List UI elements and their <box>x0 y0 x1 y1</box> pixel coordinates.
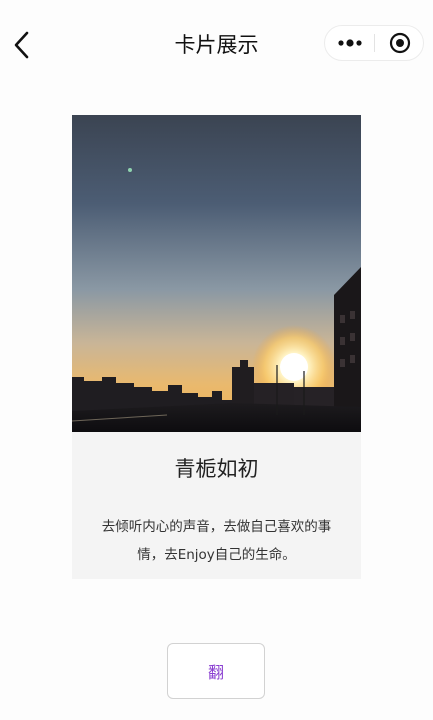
more-dots-icon <box>337 39 362 47</box>
navigation-bar: 卡片展示 <box>0 0 433 88</box>
sunset-photo <box>72 115 361 432</box>
close-mini-program-button[interactable] <box>375 26 424 60</box>
card-title: 青栀如初 <box>174 457 259 481</box>
flip-button[interactable]: 翻 <box>167 643 265 699</box>
target-circle-icon <box>389 32 410 54</box>
display-card: 青栀如初 去倾听内心的声音，去做自己喜欢的事情，去Enjoy自己的生命。 <box>72 115 361 579</box>
card-display-screen: 卡片展示 青栀如初 去倾听内心的声音，去做自己喜欢的事情，去Enjoy自己的生命… <box>0 0 433 720</box>
card-description: 去倾听内心的声音，去做自己喜欢的事情，去Enjoy自己的生命。 <box>101 519 332 563</box>
more-button[interactable] <box>325 26 374 60</box>
mini-program-capsule <box>324 25 424 61</box>
